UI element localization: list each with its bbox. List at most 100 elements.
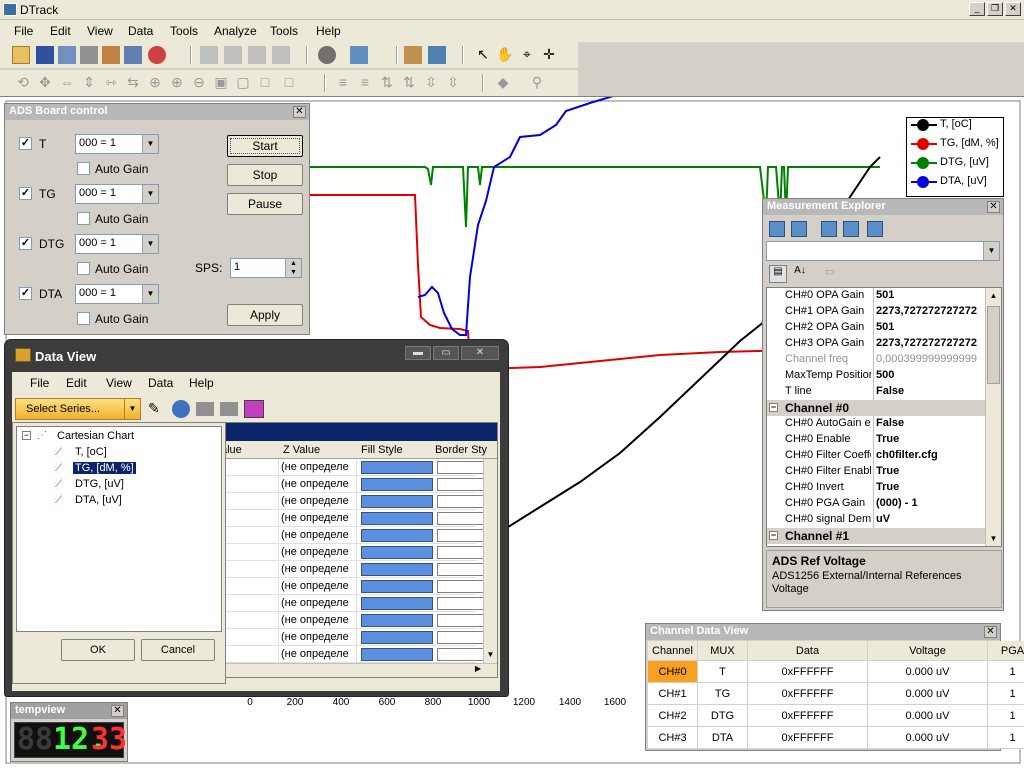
property-value[interactable]: True [873,432,987,448]
zvalue-cell[interactable]: (не определе [279,578,357,595]
value-cell[interactable] [217,527,279,544]
explorer-image-icon-1[interactable] [769,221,785,237]
value-cell[interactable] [217,544,279,561]
value-cell[interactable] [217,493,279,510]
channel-dta-autogain-checkbox[interactable] [77,312,90,325]
property-row[interactable]: CH#0 Filter Coeffe ch0filter.cfg [767,448,987,464]
property-row[interactable]: Channel freq 0,000399999999999 [767,352,987,368]
property-row[interactable]: MaxTemp Position 500 [767,368,987,384]
property-category[interactable]: − Channel #1 [767,528,987,544]
tempview-close-icon[interactable]: ✕ [111,705,124,717]
cdv-header-data[interactable]: Data [748,641,868,661]
dv-menu-view[interactable]: View [106,376,132,390]
grid4-icon[interactable] [272,46,290,64]
value-cell[interactable] [217,578,279,595]
fill-style-swatch[interactable] [361,495,433,508]
select-series-dropdown[interactable]: Select Series... ▼ [15,398,141,420]
tree-collapse-icon[interactable]: − [22,431,31,440]
value-cell[interactable] [217,612,279,629]
window-icon[interactable]: ▣ [212,74,230,92]
series-edit-icon[interactable]: ✎ [148,400,166,418]
data-cursor-icon[interactable]: ⌖ [518,46,536,64]
scroll-right-icon[interactable]: ▶ [471,664,485,677]
pause-button[interactable]: Pause [227,193,303,215]
menu-help[interactable]: Help [316,24,341,38]
cdv-close-icon[interactable]: ✕ [984,626,997,638]
border-style-swatch[interactable] [437,461,485,474]
spacing2-icon[interactable]: ⇳ [444,74,462,92]
save-disabled-icon[interactable] [196,402,214,416]
fill-style-swatch[interactable] [361,563,433,576]
property-value[interactable]: 501 [873,288,987,304]
channel-tg-gain-select[interactable]: 000 = 1 ▼ [75,184,159,204]
scroll-down-icon[interactable]: ▼ [484,650,497,663]
border-style-swatch[interactable] [437,546,485,559]
property-row[interactable]: T line False [767,384,987,400]
zvalue-cell[interactable]: (не определе [279,510,357,527]
category-collapse-icon[interactable]: − [769,531,778,540]
explorer-image-icon-3[interactable] [821,221,837,237]
fill-style-swatch[interactable] [361,597,433,610]
chevron-down-icon[interactable]: ▼ [142,135,158,153]
channel-dta-gain-select[interactable]: 000 = 1 ▼ [75,284,159,304]
zvalue-cell[interactable]: (не определе [279,544,357,561]
align2-icon[interactable]: ≡ [356,74,374,92]
sort-alpha-icon[interactable]: A↓ [791,265,809,283]
move-h-icon[interactable]: ⇔ [58,74,76,92]
move-icon[interactable]: ✥ [36,74,54,92]
rotate-icon[interactable]: ⟲ [14,74,32,92]
col-borderstyle-header[interactable]: Border Sty [435,444,487,456]
dv-menu-data[interactable]: Data [148,376,173,390]
border-style-swatch[interactable] [437,512,485,525]
property-row[interactable]: CH#1 OPA Gain 2273,727272727272 [767,304,987,320]
align-icon[interactable]: ≡ [334,74,352,92]
zvalue-cell[interactable]: (не определе [279,476,357,493]
save-as-disabled-icon[interactable] [220,402,238,416]
table-row[interactable]: (не определе [217,527,485,544]
table-row[interactable]: (не определе [217,459,485,476]
value-cell[interactable] [217,459,279,476]
value-cell[interactable] [217,510,279,527]
fill-style-swatch[interactable] [361,546,433,559]
rectangle-icon[interactable]: □ [256,74,274,92]
sps-spinner[interactable]: 1 ▲ ▼ [230,258,302,278]
zvalue-cell[interactable]: (не определе [279,646,357,663]
open-icon[interactable] [12,46,30,64]
explorer-close-icon[interactable]: ✕ [987,201,1000,213]
data-grid[interactable]: alue Z Value Fill Style Border Sty (не о… [216,422,498,678]
menu-tools-2[interactable]: Tools [270,24,298,38]
col-fillstyle-header[interactable]: Fill Style [361,444,403,456]
table-row[interactable]: (не определе [217,595,485,612]
col-zvalue-header[interactable]: Z Value [283,444,320,456]
hand-icon[interactable]: ✋ [496,46,514,64]
distribute-icon[interactable]: ⇅ [378,74,396,92]
border-style-swatch[interactable] [437,631,485,644]
property-value[interactable]: 0,000399999999999 [873,352,987,368]
chart-icon[interactable] [102,46,120,64]
cdv-header-voltage[interactable]: Voltage [868,641,988,661]
close-button[interactable]: ✕ [1005,2,1021,16]
tree-item-series[interactable]: DTA, [uV] [73,494,124,506]
zvalue-cell[interactable]: (не определе [279,561,357,578]
scroll-thumb[interactable] [987,306,1000,384]
channel-dtg-autogain-checkbox[interactable] [77,262,90,275]
shift-icon[interactable]: ⇿ [102,74,120,92]
grid-vscroll[interactable]: ▼ [483,459,497,663]
fill-style-swatch[interactable] [361,461,433,474]
border-style-swatch[interactable] [437,529,485,542]
channel-t-gain-select[interactable]: 000 = 1 ▼ [75,134,159,154]
table-row[interactable]: (не определе [217,510,485,527]
property-value[interactable]: (000) - 1 [873,496,987,512]
zvalue-cell[interactable]: (не определе [279,629,357,646]
series-tree[interactable]: − ⋰ Cartesian Chart ⟋ T, [oC] ⟋ TG, [dM, %]… [16,426,222,632]
property-row[interactable]: CH#0 PGA Gain (000) - 1 [767,496,987,512]
value-cell[interactable] [217,595,279,612]
channel-tg-autogain-checkbox[interactable] [77,212,90,225]
property-value[interactable]: 501 [873,320,987,336]
zvalue-cell[interactable]: (не определе [279,527,357,544]
export-icon[interactable] [124,46,142,64]
shape-icon[interactable]: □ [280,74,298,92]
border-style-swatch[interactable] [437,478,485,491]
property-value[interactable]: False [873,384,987,400]
property-row[interactable]: CH#2 OPA Gain 501 [767,320,987,336]
